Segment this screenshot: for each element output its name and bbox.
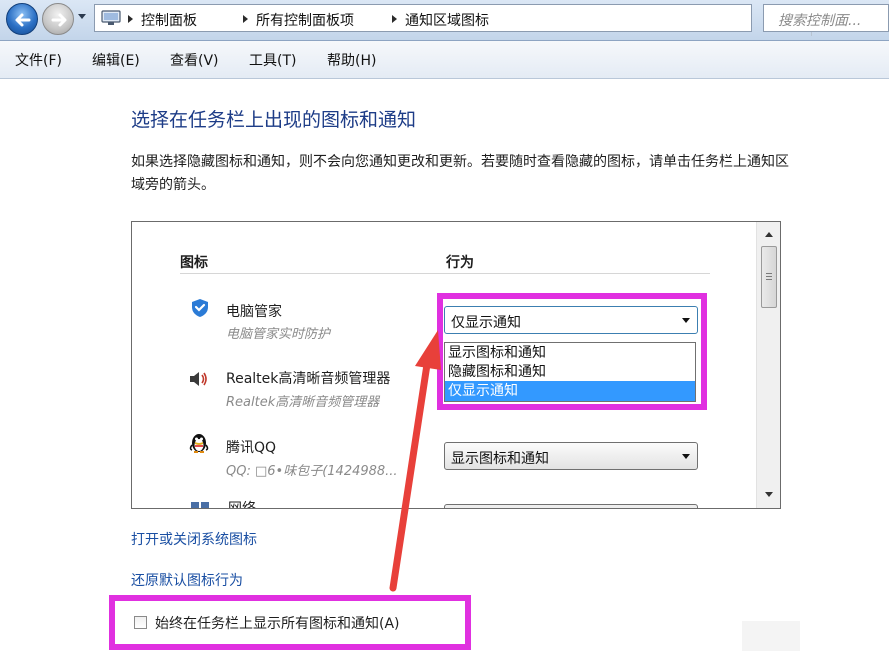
annotation-arrow-icon bbox=[389, 330, 441, 592]
